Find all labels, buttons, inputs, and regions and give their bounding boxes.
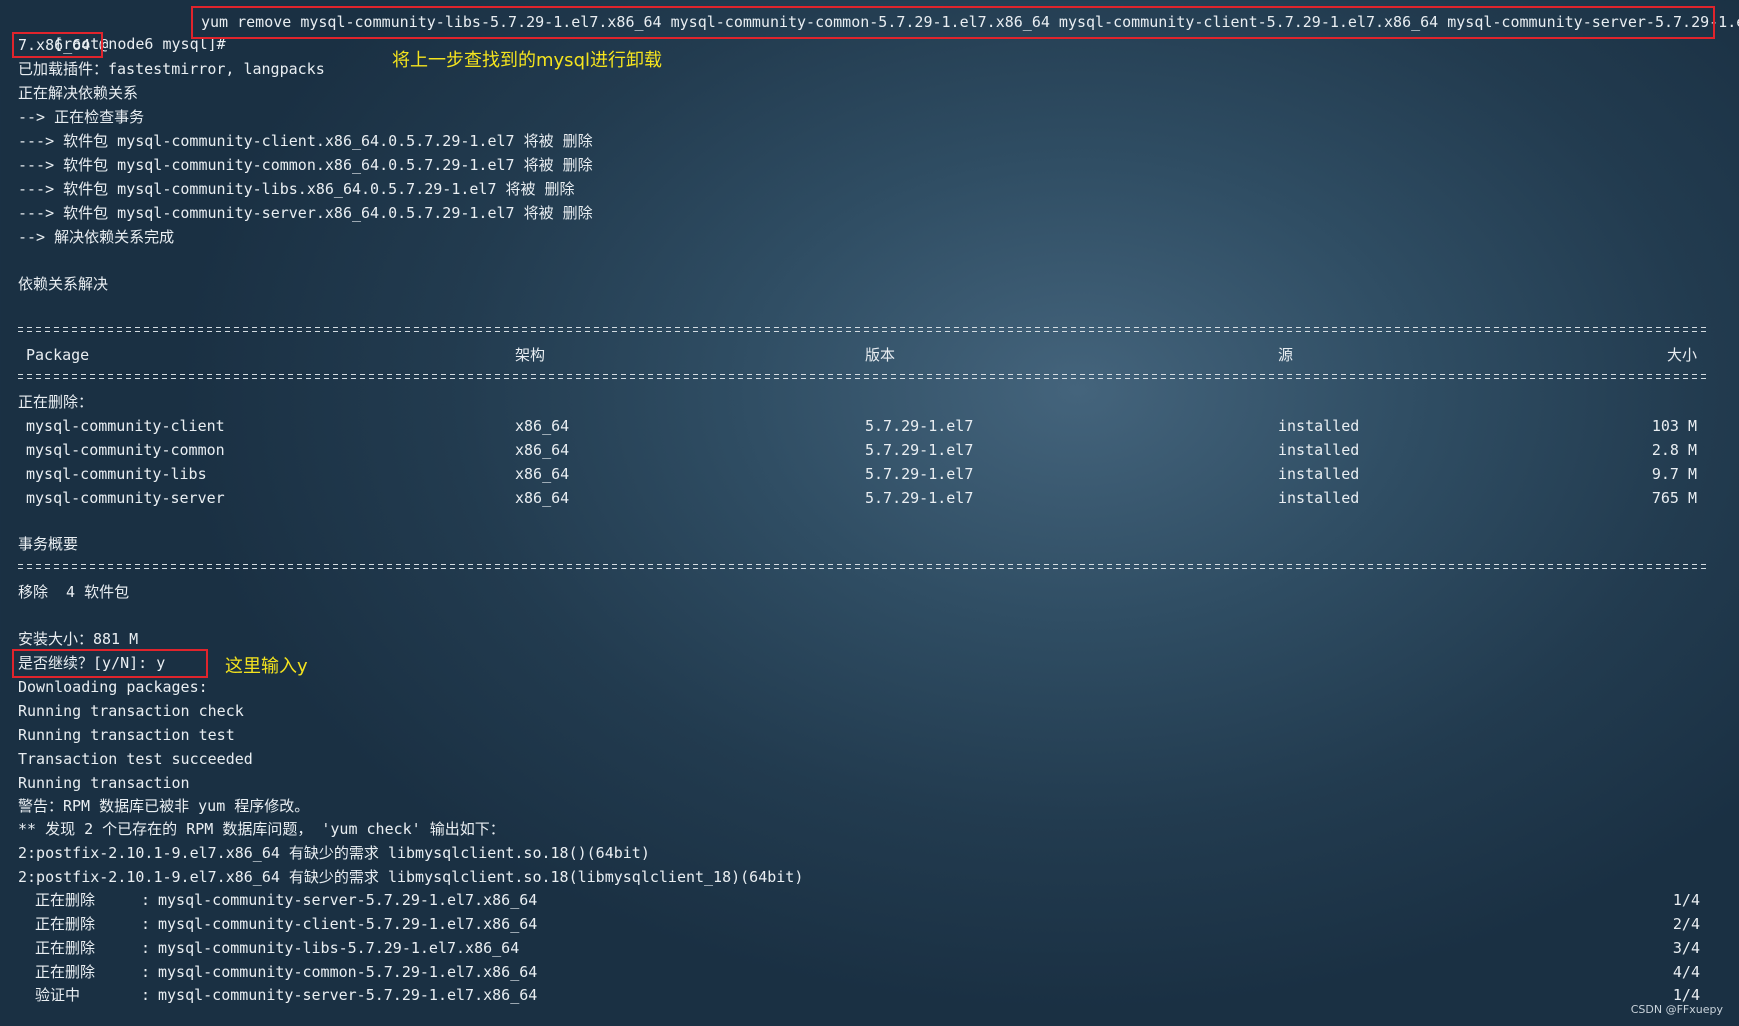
- pkg-size: 9.7 M: [1651, 465, 1697, 483]
- problem-detail-line: 2:postfix-2.10.1-9.el7.x86_64 有缺少的需求 lib…: [18, 868, 804, 886]
- pkg-version: 5.7.29-1.el7: [865, 417, 974, 435]
- confirm-highlight-box: [12, 649, 208, 678]
- watermark: CSDN @FFxuepy: [1630, 1003, 1723, 1016]
- checking-line: --> 正在检查事务: [18, 108, 145, 126]
- pkg-name: mysql-community-client: [26, 417, 225, 435]
- pkg-version: 5.7.29-1.el7: [865, 489, 974, 507]
- summary-title: 事务概要: [18, 535, 79, 553]
- step-colon: :: [141, 986, 151, 1004]
- pkg-repo: installed: [1278, 489, 1360, 507]
- step-package: mysql-community-server-5.7.29-1.el7.x86_…: [158, 891, 538, 909]
- removing-label: 正在删除：: [18, 393, 94, 411]
- progress-line: Running transaction check: [18, 702, 244, 720]
- step-count: 3/4: [1672, 939, 1700, 957]
- resolve-done-line: --> 解决依赖关系完成: [18, 228, 175, 246]
- pkg-name: mysql-community-common: [26, 441, 225, 459]
- warning-line: 警告：RPM 数据库已被非 yum 程序修改。: [18, 797, 310, 815]
- step-colon: :: [141, 915, 151, 933]
- pkg-size: 2.8 M: [1651, 441, 1697, 459]
- pkg-repo: installed: [1278, 465, 1360, 483]
- step-label: 验证中: [35, 986, 81, 1004]
- step-package: mysql-community-server-5.7.29-1.el7.x86_…: [158, 986, 538, 1004]
- command-wrap-highlight-box: [12, 32, 103, 58]
- step-package: mysql-community-common-5.7.29-1.el7.x86_…: [158, 963, 538, 981]
- problem-detail-line: 2:postfix-2.10.1-9.el7.x86_64 有缺少的需求 lib…: [18, 844, 650, 862]
- step-colon: :: [141, 939, 151, 957]
- remove-line: ---> 软件包 mysql-community-common.x86_64.0…: [18, 156, 593, 174]
- uninstall-annotation: 将上一步查找到的mysql进行卸载: [392, 50, 662, 71]
- progress-line: Running transaction test: [18, 726, 235, 744]
- terminal-window[interactable]: [root@node6 mysql]# yum remove mysql-com…: [0, 0, 1739, 1026]
- progress-line: Downloading packages:: [18, 678, 208, 696]
- remove-line: ---> 软件包 mysql-community-libs.x86_64.0.5…: [18, 180, 575, 198]
- progress-line: Running transaction: [18, 774, 190, 792]
- pkg-arch: x86_64: [515, 489, 570, 507]
- step-count: 2/4: [1672, 915, 1700, 933]
- step-count: 1/4: [1672, 891, 1700, 909]
- step-package: mysql-community-client-5.7.29-1.el7.x86_…: [158, 915, 538, 933]
- header-package: Package: [26, 346, 90, 364]
- separator-line: [18, 327, 1708, 334]
- pkg-arch: x86_64: [515, 465, 570, 483]
- step-colon: :: [141, 963, 151, 981]
- step-colon: :: [141, 891, 151, 909]
- pkg-size: 103 M: [1651, 417, 1697, 435]
- separator-line: [18, 564, 1708, 571]
- step-label: 正在删除: [35, 963, 96, 981]
- header-repo: 源: [1278, 346, 1294, 364]
- pkg-name: mysql-community-server: [26, 489, 225, 507]
- resolving-line: 正在解决依赖关系: [18, 84, 139, 102]
- pkg-version: 5.7.29-1.el7: [865, 465, 974, 483]
- pkg-repo: installed: [1278, 417, 1360, 435]
- pkg-repo: installed: [1278, 441, 1360, 459]
- header-arch: 架构: [515, 346, 546, 364]
- remove-line: ---> 软件包 mysql-community-server.x86_64.0…: [18, 204, 593, 222]
- pkg-arch: x86_64: [515, 417, 570, 435]
- pkg-size: 765 M: [1651, 489, 1697, 507]
- deps-resolved-line: 依赖关系解决: [18, 275, 109, 293]
- header-version: 版本: [865, 346, 896, 364]
- step-count: 4/4: [1672, 963, 1700, 981]
- pkg-arch: x86_64: [515, 441, 570, 459]
- pkg-version: 5.7.29-1.el7: [865, 441, 974, 459]
- install-size: 安装大小：881 M: [18, 630, 139, 648]
- input-annotation: 这里输入y: [225, 656, 308, 677]
- separator-line: [18, 374, 1708, 381]
- remove-summary: 移除 4 软件包: [18, 583, 130, 601]
- step-label: 正在删除: [35, 939, 96, 957]
- remove-line: ---> 软件包 mysql-community-client.x86_64.0…: [18, 132, 593, 150]
- step-label: 正在删除: [35, 915, 96, 933]
- step-package: mysql-community-libs-5.7.29-1.el7.x86_64: [158, 939, 520, 957]
- plugins-line: 已加载插件：fastestmirror, langpacks: [18, 60, 325, 78]
- header-size: 大小: [1666, 346, 1697, 364]
- pkg-name: mysql-community-libs: [26, 465, 207, 483]
- command-highlight-box: [191, 6, 1715, 39]
- progress-line: Transaction test succeeded: [18, 750, 253, 768]
- problem-line: ** 发现 2 个已存在的 RPM 数据库问题， 'yum check' 输出如…: [18, 820, 505, 838]
- step-label: 正在删除: [35, 891, 96, 909]
